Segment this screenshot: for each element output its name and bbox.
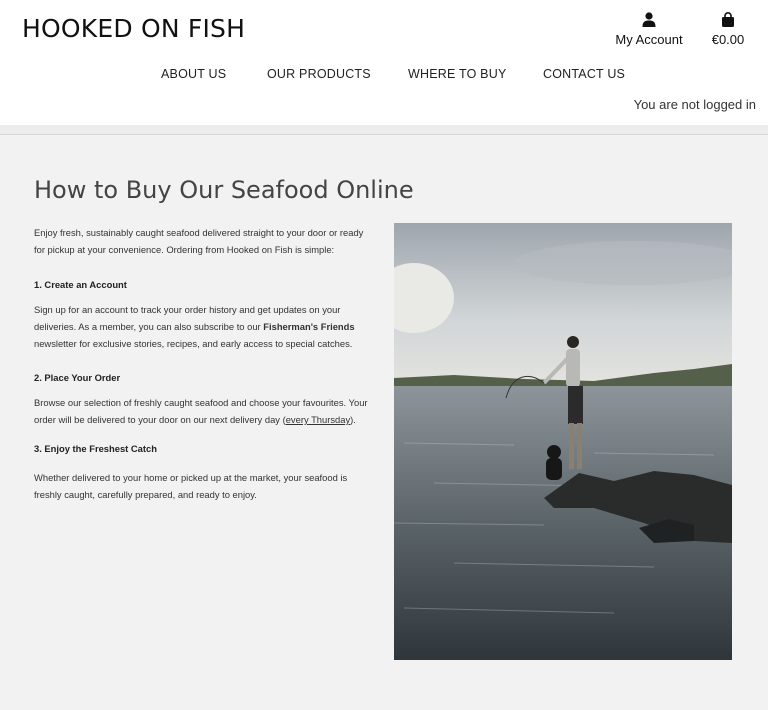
step-2-text-b: ). [350,414,356,425]
nav-contact-us[interactable]: CONTACT US [543,67,625,81]
step-1-heading: 1. Create an Account [34,279,127,290]
my-account-label: My Account [615,32,683,47]
newsletter-name: Fisherman's Friends [263,321,355,332]
step-1-text: Sign up for an account to track your ord… [34,301,374,352]
step-2-text: Browse our selection of freshly caught s… [34,394,374,428]
shopping-bag-icon [722,12,734,27]
nav-about-us[interactable]: ABOUT US [161,67,226,81]
step-3-heading: 3. Enjoy the Freshest Catch [34,443,157,454]
nav-where-to-buy[interactable]: WHERE TO BUY [408,67,506,81]
cart-total: €0.00 [711,32,745,47]
content-text: Enjoy fresh, sustainably caught seafood … [34,224,374,503]
header-divider [0,125,768,135]
my-account-link[interactable]: My Account [612,12,686,47]
fisherman-image [394,223,732,660]
login-status: You are not logged in [633,97,756,112]
page-title: How to Buy Our Seafood Online [34,176,414,204]
site-header: HOOKED ON FISH My Account €0.00 ABOUT US… [0,0,768,126]
step-3-text: Whether delivered to your home or picked… [34,472,348,500]
cart-link[interactable]: €0.00 [704,12,752,47]
delivery-day-link[interactable]: every Thursday [286,414,350,425]
site-logo[interactable]: HOOKED ON FISH [22,14,245,43]
fisherman-photo [394,223,732,660]
nav-our-products[interactable]: OUR PRODUCTS [267,67,371,81]
step-1-text-b: newsletter for exclusive stories, recipe… [34,338,353,349]
intro-paragraph: Enjoy fresh, sustainably caught seafood … [34,227,364,255]
user-icon [642,12,656,27]
step-2-heading: 2. Place Your Order [34,372,121,383]
